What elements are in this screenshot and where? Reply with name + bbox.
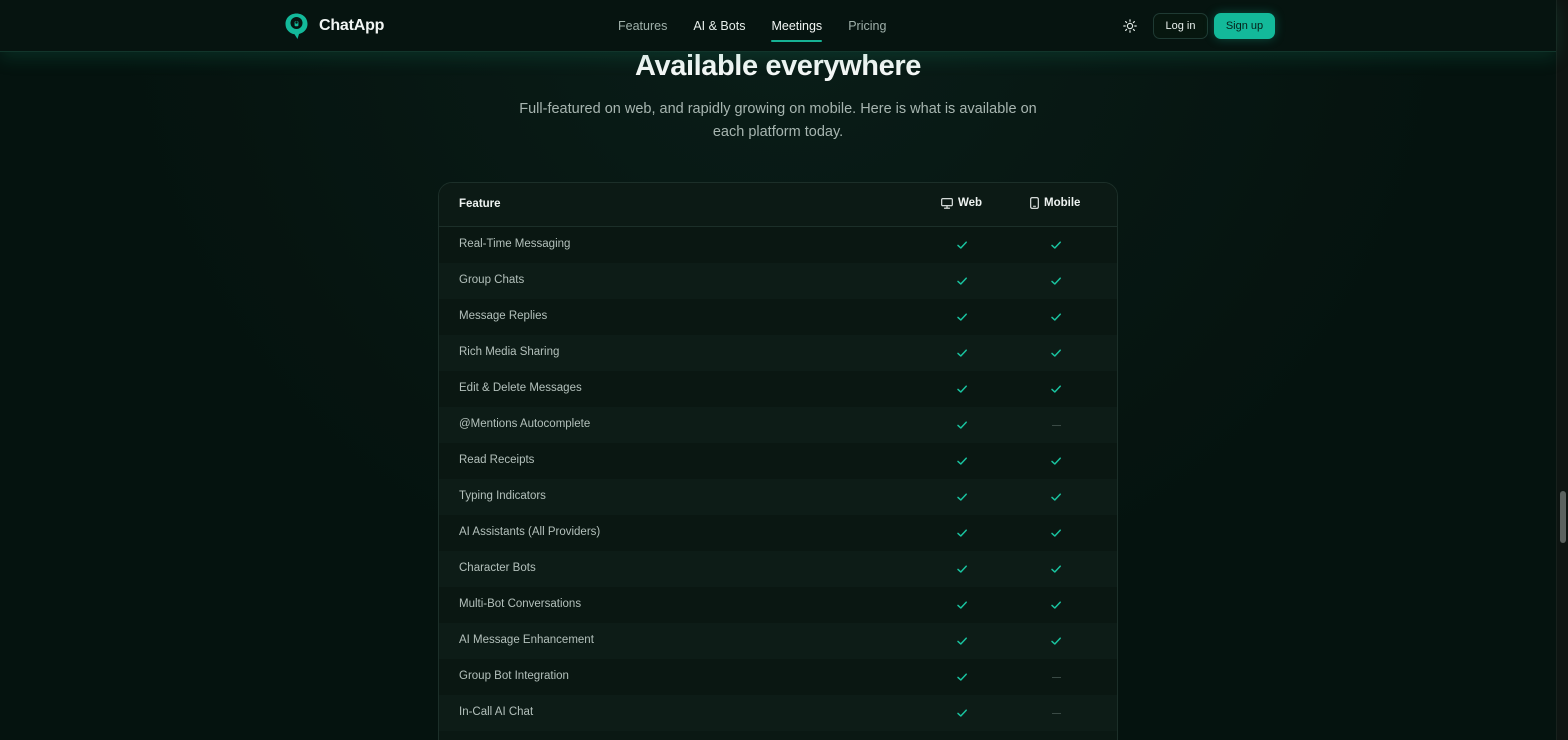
column-header-feature: Feature: [459, 198, 501, 210]
table-row: Group Chats: [439, 263, 1117, 299]
table-body: Real-Time Messaging Group Chats Message Re…: [439, 227, 1117, 731]
web-available-check-icon: [956, 238, 968, 250]
scrollbar-thumb[interactable]: [1560, 491, 1566, 543]
mobile-unavailable-dash-icon: [1052, 713, 1061, 714]
table-row: AI Message Enhancement: [439, 623, 1117, 659]
feature-name: Edit & Delete Messages: [459, 382, 582, 394]
mobile-available-check-icon: [1050, 598, 1062, 610]
table-row: Message Replies: [439, 299, 1117, 335]
table-row: In-Call AI Chat: [439, 695, 1117, 731]
web-available-check-icon: [956, 634, 968, 646]
table-row: @Mentions Autocomplete: [439, 407, 1117, 443]
feature-name: AI Message Enhancement: [459, 634, 594, 646]
feature-name: Group Chats: [459, 274, 525, 286]
section-subtitle: Full-featured on web, and rapidly growin…: [519, 101, 1037, 140]
feature-name: Message Replies: [459, 310, 548, 322]
chat-bubble-lock-icon: [285, 13, 308, 39]
feature-name: Real-Time Messaging: [459, 238, 571, 250]
table-row: Multi-Bot Conversations: [439, 587, 1117, 623]
mobile-unavailable-dash-icon: [1052, 677, 1061, 678]
column-header-mobile-label: Mobile: [1044, 197, 1081, 209]
feature-name: In-Call AI Chat: [459, 706, 534, 718]
feature-name: Typing Indicators: [459, 490, 546, 502]
web-available-check-icon: [956, 526, 968, 538]
mobile-available-check-icon: [1050, 634, 1062, 646]
table-header: Feature Web Mobile: [439, 183, 1117, 227]
brand-name: ChatApp: [319, 17, 385, 34]
feature-name: Multi-Bot Conversations: [459, 598, 582, 610]
column-header-mobile: Mobile: [1030, 197, 1080, 209]
table-row: Edit & Delete Messages: [439, 371, 1117, 407]
page-scrollbar[interactable]: [1556, 0, 1568, 740]
mobile-available-check-icon: [1050, 346, 1062, 358]
web-available-check-icon: [956, 274, 968, 286]
table-row: Real-Time Messaging: [439, 227, 1117, 263]
web-available-check-icon: [956, 598, 968, 610]
smartphone-icon: [1030, 197, 1039, 209]
sun-icon: [1123, 19, 1137, 33]
web-available-check-icon: [956, 490, 968, 502]
mobile-available-check-icon: [1050, 238, 1062, 250]
nav-meetings[interactable]: Meetings: [771, 0, 822, 52]
theme-toggle-button[interactable]: [1120, 16, 1140, 36]
web-available-check-icon: [956, 346, 968, 358]
mobile-available-check-icon: [1050, 526, 1062, 538]
login-button[interactable]: Log in: [1153, 13, 1208, 39]
web-available-check-icon: [956, 454, 968, 466]
mobile-available-check-icon: [1050, 382, 1062, 394]
mobile-available-check-icon: [1050, 562, 1062, 574]
web-available-check-icon: [956, 562, 968, 574]
table-row: Read Receipts: [439, 443, 1117, 479]
nav-features[interactable]: Features: [618, 0, 667, 52]
main-nav: Features AI & Bots Meetings Pricing: [618, 0, 912, 52]
table-row: Group Bot Integration: [439, 659, 1117, 695]
mobile-available-check-icon: [1050, 274, 1062, 286]
nav-pricing[interactable]: Pricing: [848, 0, 886, 52]
web-available-check-icon: [956, 418, 968, 430]
feature-name: Group Bot Integration: [459, 670, 569, 682]
mobile-available-check-icon: [1050, 310, 1062, 322]
web-available-check-icon: [956, 670, 968, 682]
table-row: Rich Media Sharing: [439, 335, 1117, 371]
feature-name: @Mentions Autocomplete: [459, 418, 591, 430]
brand-logo[interactable]: ChatApp: [284, 12, 384, 40]
signup-button[interactable]: Sign up: [1214, 13, 1275, 39]
site-header: ChatApp Features AI & Bots Meetings Pric…: [0, 0, 1556, 52]
section-title: Available everywhere: [635, 50, 921, 82]
nav-ai-bots[interactable]: AI & Bots: [693, 0, 745, 52]
mobile-available-check-icon: [1050, 454, 1062, 466]
column-header-web: Web: [941, 197, 982, 209]
page: ChatApp Features AI & Bots Meetings Pric…: [0, 0, 1568, 740]
feature-name: AI Assistants (All Providers): [459, 526, 601, 538]
table-row: AI Assistants (All Providers): [439, 515, 1117, 551]
web-available-check-icon: [956, 310, 968, 322]
column-header-web-label: Web: [958, 197, 983, 209]
platform-feature-table: Feature Web Mobile Real-Time Messaging Gr…: [438, 182, 1118, 740]
table-row: Typing Indicators: [439, 479, 1117, 515]
web-available-check-icon: [956, 706, 968, 718]
monitor-icon: [941, 197, 953, 209]
mobile-available-check-icon: [1050, 490, 1062, 502]
mobile-unavailable-dash-icon: [1052, 425, 1061, 426]
feature-name: Read Receipts: [459, 454, 535, 466]
web-available-check-icon: [956, 382, 968, 394]
feature-name: Character Bots: [459, 562, 536, 574]
feature-name: Rich Media Sharing: [459, 346, 560, 358]
table-row: Character Bots: [439, 551, 1117, 587]
